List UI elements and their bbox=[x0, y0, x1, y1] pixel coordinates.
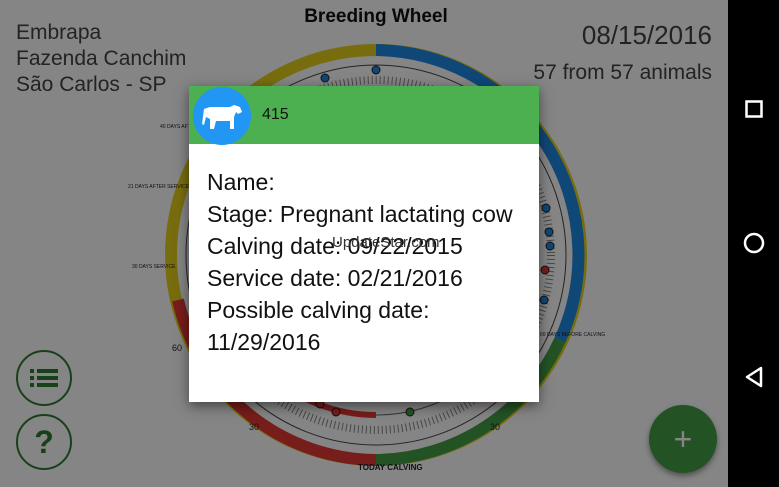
dialog-header: 415 bbox=[189, 86, 539, 145]
watermark-text: UpdateStar.com bbox=[332, 234, 440, 251]
animal-possible-calving-date: Possible calving date: 11/29/2016 bbox=[207, 297, 430, 355]
back-button[interactable] bbox=[728, 357, 779, 397]
animal-name: Name: bbox=[207, 169, 275, 195]
breeding-wheel-screen: 40 DAYS AFTER SERVICE 21 DAYS AFTER SERV… bbox=[0, 0, 728, 487]
square-icon bbox=[744, 100, 763, 118]
recents-button[interactable] bbox=[728, 89, 779, 129]
animal-avatar bbox=[193, 87, 251, 145]
cow-icon bbox=[202, 105, 242, 129]
animal-detail-dialog: 415 Name: Stage: Pregnant lactating cow … bbox=[189, 86, 539, 402]
circle-icon bbox=[743, 232, 764, 254]
animal-stage: Stage: Pregnant lactating cow bbox=[207, 201, 513, 227]
dialog-body: Name: Stage: Pregnant lactating cow Calv… bbox=[207, 166, 525, 358]
animal-service-date: Service date: 02/21/2016 bbox=[207, 265, 463, 291]
home-button[interactable] bbox=[728, 223, 779, 263]
triangle-back-icon bbox=[745, 366, 762, 388]
system-navigation-bar bbox=[728, 0, 779, 487]
animal-id: 415 bbox=[262, 106, 289, 123]
